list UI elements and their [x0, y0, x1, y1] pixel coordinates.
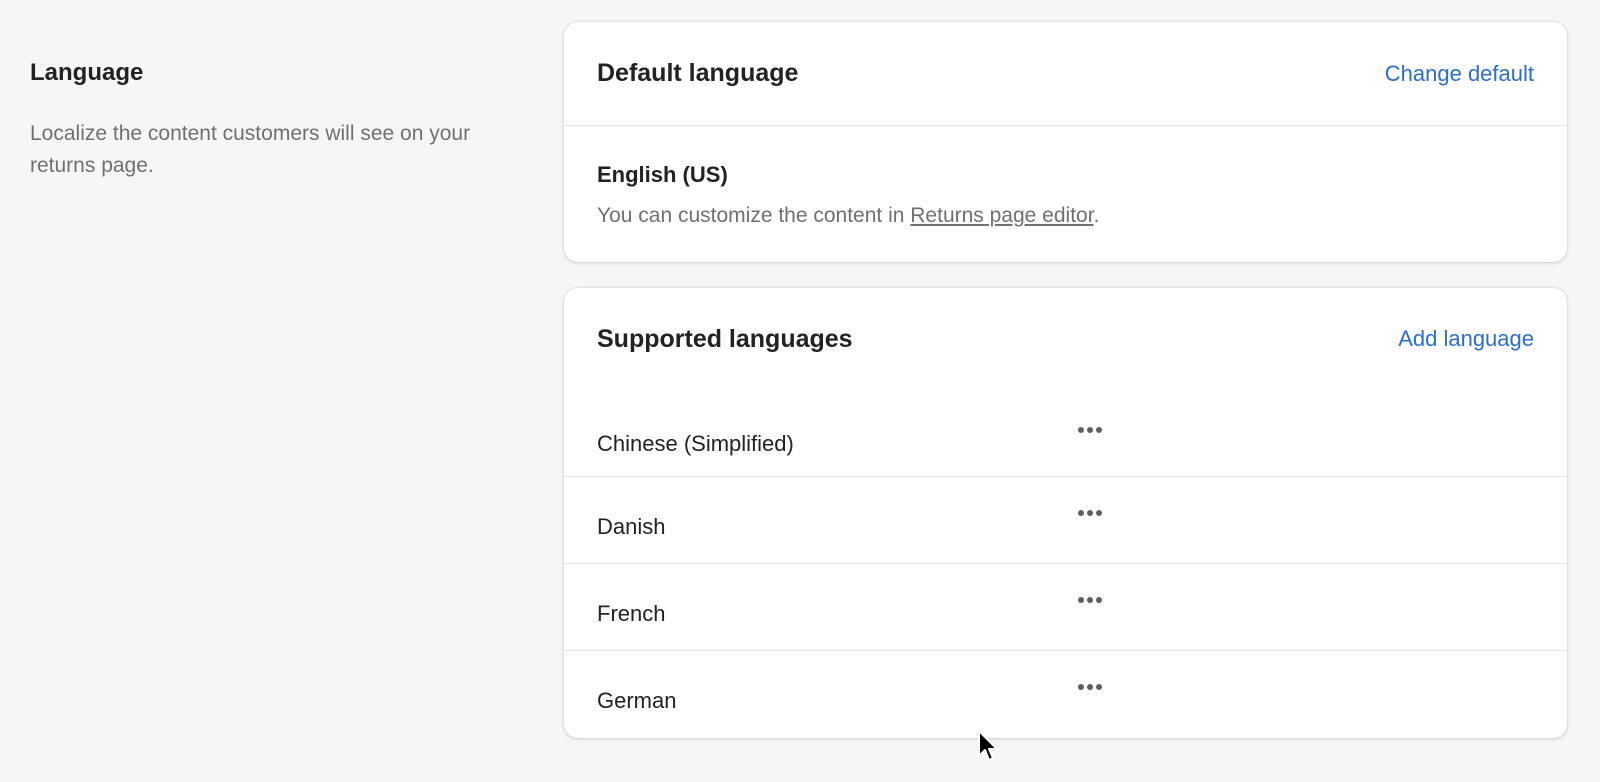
supported-languages-card: Supported languages Add language Chinese… — [564, 288, 1567, 738]
dot — [1096, 597, 1102, 603]
help-text-prefix: You can customize the content in — [597, 204, 911, 227]
supported-languages-title: Supported languages — [597, 324, 853, 353]
more-actions-button[interactable] — [1074, 588, 1106, 612]
language-label: Chinese (Simplified) — [597, 431, 794, 456]
list-item-french: French — [564, 563, 1567, 650]
help-text-suffix: . — [1093, 204, 1100, 227]
more-actions-button[interactable] — [1074, 501, 1106, 525]
list-item-chinese-simplified: Chinese (Simplified) — [564, 390, 1567, 476]
supported-languages-list: Chinese (Simplified) Danish French Germa… — [564, 390, 1567, 737]
default-language-card-header: Default language Change default — [564, 22, 1567, 125]
supported-languages-card-header: Supported languages Add language — [564, 288, 1567, 390]
language-settings-page: Language Localize the content customers … — [0, 0, 1600, 782]
language-label: Danish — [597, 514, 666, 539]
dot — [1087, 597, 1093, 603]
dot — [1096, 427, 1102, 433]
more-horizontal-icon — [1078, 427, 1084, 433]
more-horizontal-icon — [1078, 510, 1084, 516]
returns-page-editor-link[interactable]: Returns page editor — [910, 204, 1093, 227]
default-language-name: English (US) — [597, 162, 728, 187]
more-actions-button[interactable] — [1074, 675, 1106, 699]
dot — [1087, 427, 1093, 433]
language-label: French — [597, 601, 666, 626]
section-description: Localize the content customers will see … — [30, 122, 471, 177]
language-label: German — [597, 688, 677, 713]
default-language-card-body: English (US) You can customize the conte… — [564, 126, 1567, 230]
list-item-danish: Danish — [564, 476, 1567, 563]
section-annotation: Language Localize the content customers … — [30, 58, 510, 182]
more-actions-button[interactable] — [1074, 418, 1106, 442]
default-language-card: Default language Change default English … — [564, 22, 1567, 262]
dot — [1087, 510, 1093, 516]
dot — [1087, 684, 1093, 690]
list-item-german: German — [564, 650, 1567, 737]
default-language-help-text: You can customize the content in Returns… — [597, 202, 1534, 230]
change-default-button[interactable]: Change default — [1385, 61, 1534, 87]
default-language-title: Default language — [597, 59, 799, 87]
more-horizontal-icon — [1078, 597, 1084, 603]
add-language-button[interactable]: Add language — [1398, 326, 1534, 352]
more-horizontal-icon — [1078, 684, 1084, 690]
dot — [1096, 684, 1102, 690]
section-title: Language — [30, 59, 144, 86]
mouse-pointer-icon — [978, 730, 998, 761]
dot — [1096, 510, 1102, 516]
